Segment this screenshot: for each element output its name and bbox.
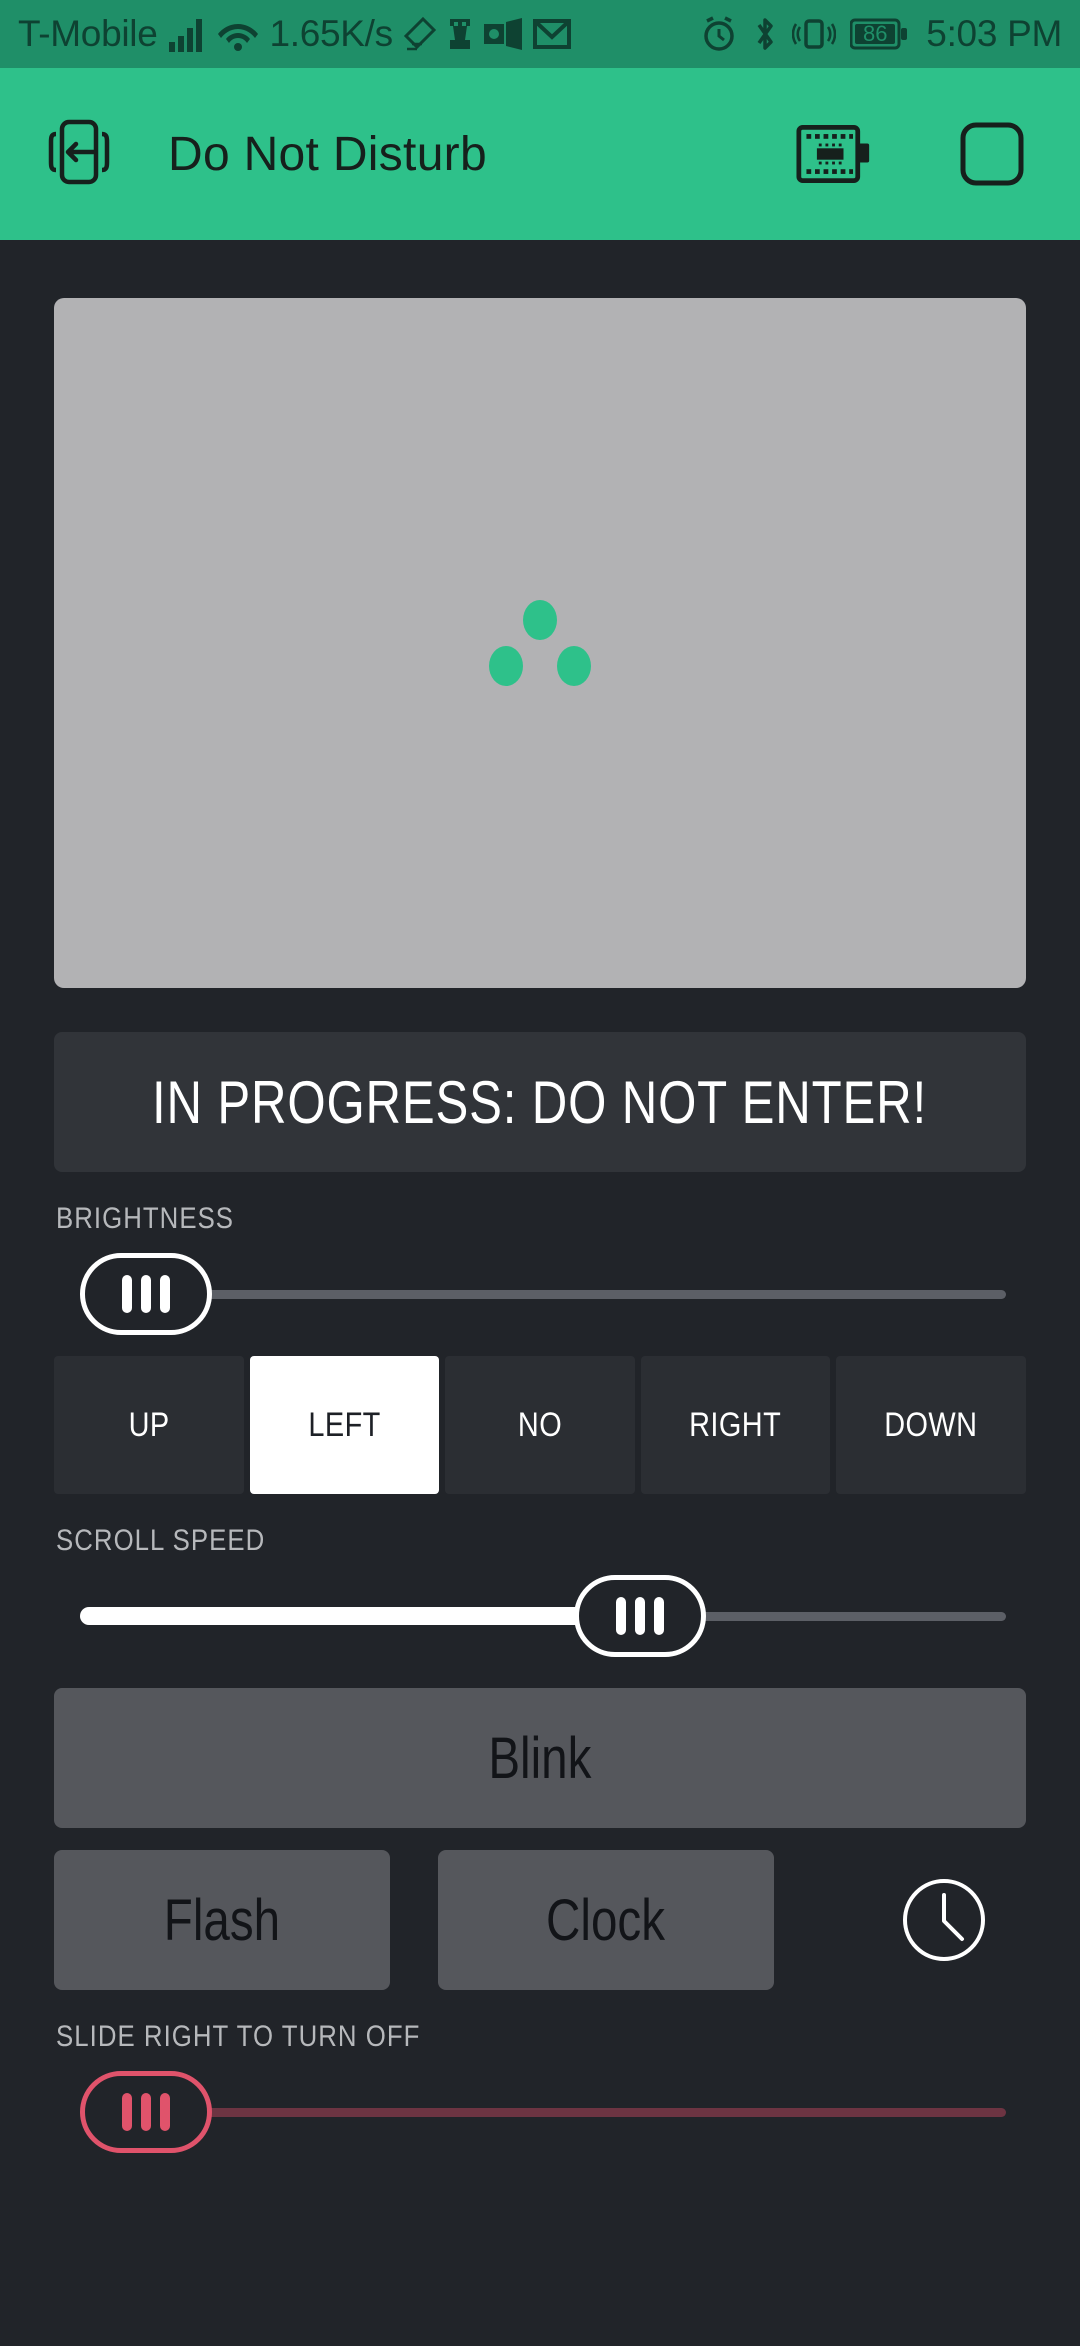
blink-label: Blink [488, 1725, 592, 1791]
grip-handle-icon [160, 1275, 170, 1313]
turn-off-thumb[interactable] [80, 2071, 212, 2153]
brightness-track[interactable] [80, 1290, 1006, 1299]
scroll-speed-label: SCROLL SPEED [56, 1524, 266, 1557]
scroll-speed-slider[interactable] [54, 1570, 1026, 1662]
grip-handle-icon [122, 1275, 132, 1313]
loading-dot [523, 600, 557, 640]
direction-label: UP [128, 1405, 170, 1444]
grip-handle-icon [654, 1597, 664, 1635]
message-banner[interactable]: IN PROGRESS: DO NOT ENTER! [54, 1032, 1026, 1172]
scroll-speed-fill [80, 1607, 640, 1625]
direction-label: DOWN [884, 1405, 978, 1444]
alarm-icon [700, 15, 738, 53]
turn-off-group: SLIDE RIGHT TO TURN OFF [54, 2020, 1026, 2158]
scroll-speed-thumb[interactable] [574, 1575, 706, 1657]
grip-handle-icon [616, 1597, 626, 1635]
clock-button[interactable]: Clock [438, 1850, 774, 1990]
turn-off-slider[interactable] [54, 2066, 1026, 2158]
page-title: Do Not Disturb [168, 127, 487, 181]
loading-dot [489, 646, 523, 686]
network-speed-label: 1.65K/s [269, 13, 393, 54]
eraser-icon [403, 16, 437, 52]
message-preview-panel[interactable] [54, 298, 1026, 988]
flash-button[interactable]: Flash [54, 1850, 390, 1990]
direction-selector: UP LEFT NO RIGHT DOWN [54, 1356, 1026, 1494]
status-bar-right: 86 5:03 PM [700, 13, 1062, 55]
banner-message: IN PROGRESS: DO NOT ENTER! [152, 1068, 928, 1136]
grip-handle-icon [160, 2093, 170, 2131]
status-bar: T-Mobile 1.65K/s 86 5:03 PM [0, 0, 1080, 68]
grip-handle-icon [141, 1275, 151, 1313]
gmail-icon [532, 17, 571, 51]
grip-handle-icon [122, 2093, 132, 2131]
turn-off-track[interactable] [80, 2108, 1006, 2117]
circuit-board-icon[interactable] [796, 116, 872, 192]
flash-label: Flash [163, 1887, 281, 1953]
scroll-speed-group: SCROLL SPEED [54, 1524, 1026, 1662]
outlook-icon [483, 17, 523, 51]
grip-handle-icon [141, 2093, 151, 2131]
clock-icon[interactable] [898, 1874, 990, 1966]
direction-option-left[interactable]: LEFT [249, 1356, 440, 1494]
app-bar: Do Not Disturb [0, 68, 1080, 240]
loading-dot [557, 646, 591, 686]
app-screen: T-Mobile 1.65K/s 86 5:03 PM Do Not Distu… [0, 0, 1080, 2346]
direction-option-up[interactable]: UP [54, 1356, 244, 1494]
direction-label: LEFT [308, 1405, 381, 1444]
vibrate-icon [792, 15, 837, 53]
brightness-group: BRIGHTNESS [54, 1202, 1026, 1340]
wifi-icon [217, 16, 259, 52]
battery-icon: 86 [850, 17, 908, 51]
blink-button[interactable]: Blink [54, 1688, 1026, 1828]
brightness-label: BRIGHTNESS [56, 1202, 235, 1235]
battery-level-label: 86 [863, 21, 888, 46]
direction-option-no[interactable]: NO [445, 1356, 635, 1494]
status-bar-left: T-Mobile 1.65K/s [18, 13, 571, 55]
brightness-slider[interactable] [54, 1248, 1026, 1340]
brightness-thumb[interactable] [80, 1253, 212, 1335]
turn-off-label: SLIDE RIGHT TO TURN OFF [56, 2020, 421, 2053]
grip-handle-icon [635, 1597, 645, 1635]
main-content: IN PROGRESS: DO NOT ENTER! BRIGHTNESS UP… [0, 240, 1080, 2346]
status-time-label: 5:03 PM [926, 13, 1062, 54]
phone-exit-icon[interactable] [40, 116, 116, 192]
clock-label: Clock [546, 1887, 666, 1953]
signal-bars-icon [167, 16, 207, 52]
app-bar-actions [796, 116, 1040, 192]
direction-label: NO [517, 1405, 563, 1444]
rounded-square-icon[interactable] [954, 116, 1030, 192]
direction-option-down[interactable]: DOWN [836, 1356, 1026, 1494]
direction-option-right[interactable]: RIGHT [640, 1356, 831, 1494]
direction-label: RIGHT [689, 1405, 782, 1444]
bluetooth-icon [752, 15, 778, 53]
effects-button-row: Flash Clock [54, 1850, 1026, 1990]
chess-rook-icon [447, 16, 473, 52]
carrier-label: T-Mobile [18, 13, 158, 54]
three-dots-loading-icon [485, 600, 595, 686]
